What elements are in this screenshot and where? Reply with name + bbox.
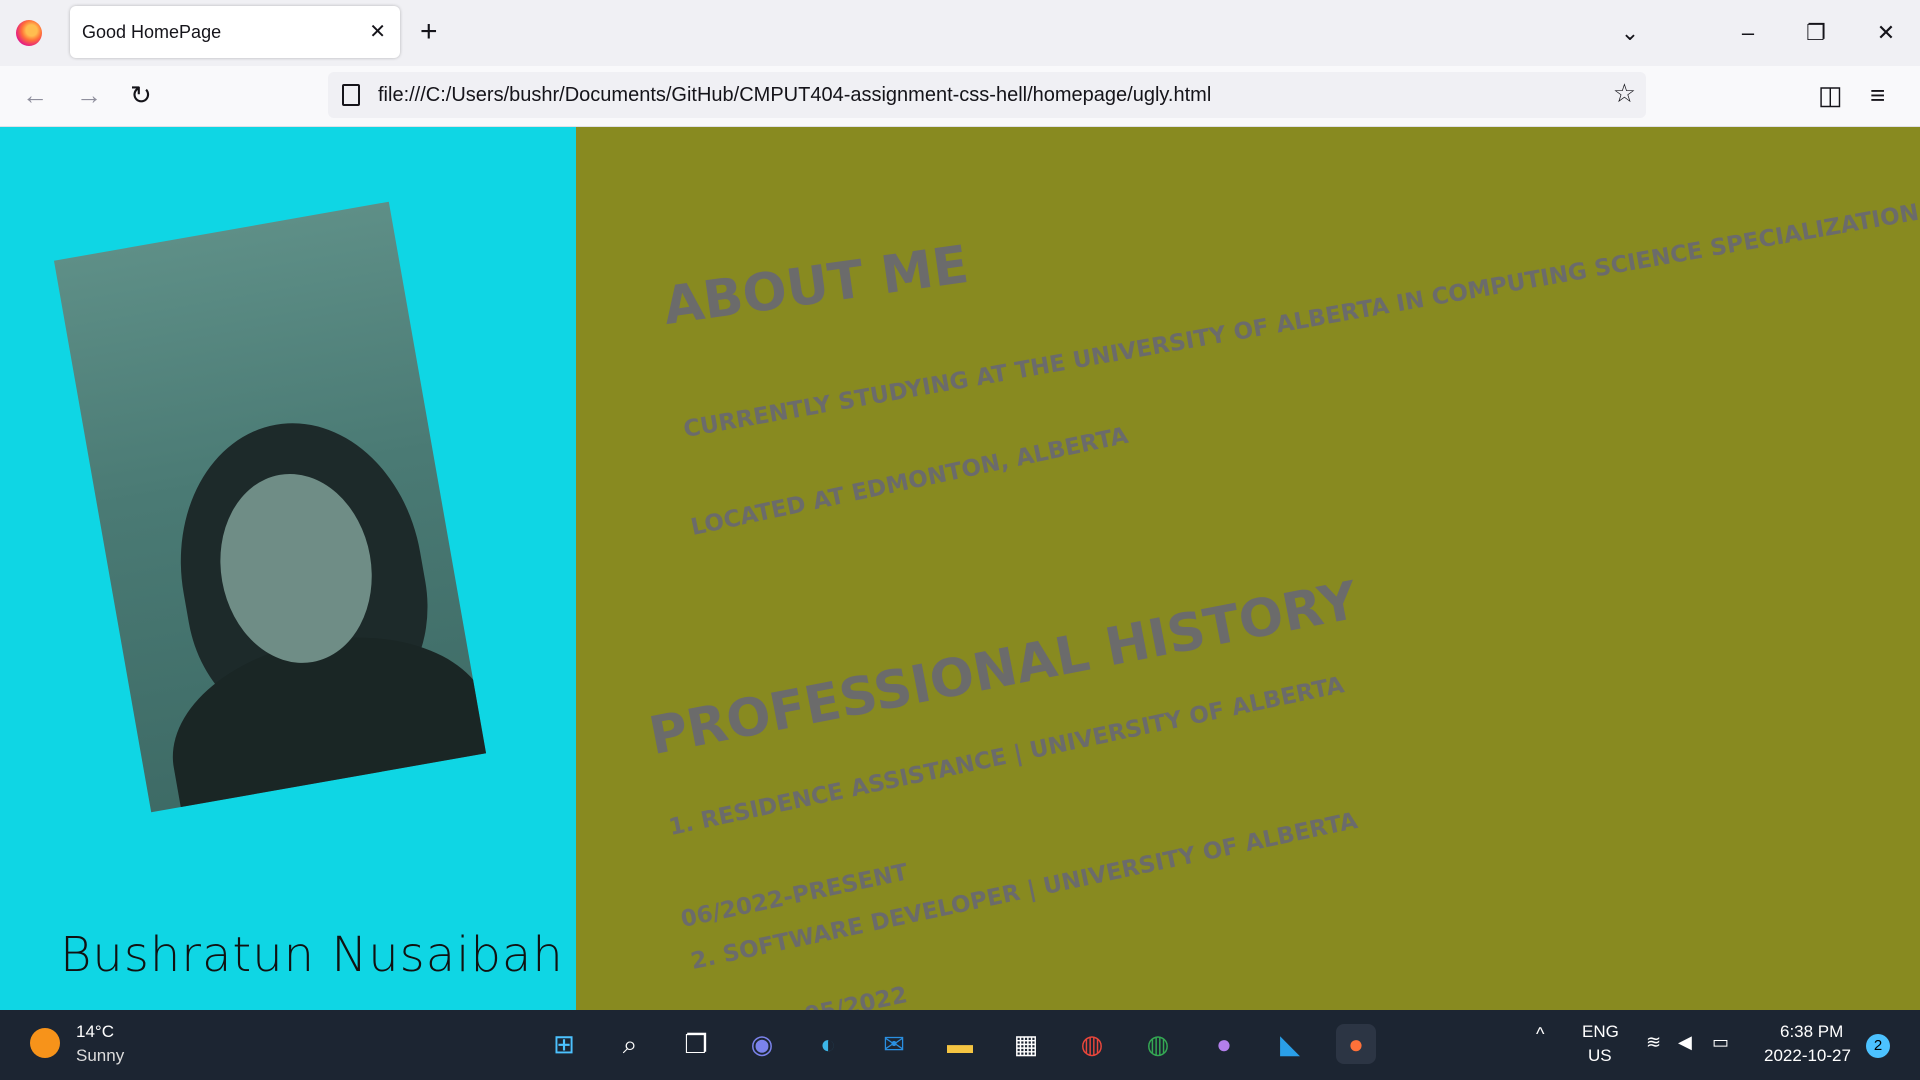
- edge-icon[interactable]: ◐: [808, 1024, 848, 1064]
- url-text[interactable]: file:///C:/Users/bushr/Documents/GitHub/…: [378, 84, 1211, 107]
- about-line-location: Located at Edmonton, Alberta: [688, 422, 1131, 541]
- new-tab-button[interactable]: +: [420, 14, 438, 50]
- restore-icon[interactable]: ❐: [1796, 16, 1836, 50]
- chrome-icon[interactable]: ◍: [1072, 1024, 1112, 1064]
- mail-icon[interactable]: ✉: [874, 1024, 914, 1064]
- back-icon[interactable]: ←: [22, 80, 48, 110]
- content-panel: About Me Currently studying at the Unive…: [576, 127, 1920, 1010]
- profile-photo: [53, 201, 487, 813]
- pocket-icon[interactable]: ◫: [1818, 80, 1843, 110]
- search-icon[interactable]: ⌕: [610, 1024, 650, 1064]
- close-window-icon[interactable]: ✕: [1866, 16, 1906, 50]
- bookmark-star-icon[interactable]: ☆: [1613, 78, 1636, 109]
- page-icon: [342, 84, 360, 106]
- taskbar: 14°C Sunny ⊞ ⌕ ❐ ◉ ◐ ✉ ▬ ▦ ◍ ◍ ● ◣ ● ^ E…: [0, 1010, 1920, 1080]
- task-view-icon[interactable]: ❐: [676, 1024, 716, 1064]
- about-heading: About Me: [659, 234, 973, 337]
- job-2-dates: 09/2021-05/2022: [691, 982, 910, 1010]
- firefox-icon[interactable]: [16, 20, 42, 46]
- language-code[interactable]: ENG: [1582, 1022, 1619, 1042]
- navigation-bar: ← → ↻ file:///C:/Users/bushr/Documents/G…: [0, 66, 1920, 127]
- start-icon[interactable]: ⊞: [544, 1024, 584, 1064]
- notification-badge[interactable]: 2: [1866, 1034, 1890, 1058]
- firefox-taskbar-icon[interactable]: ●: [1336, 1024, 1376, 1064]
- store-icon[interactable]: ▦: [1006, 1024, 1046, 1064]
- clock-time[interactable]: 6:38 PM: [1780, 1022, 1843, 1042]
- vscode-icon[interactable]: ◣: [1270, 1024, 1310, 1064]
- volume-icon[interactable]: ◀: [1678, 1032, 1692, 1053]
- clock-date[interactable]: 2022-10-27: [1764, 1046, 1851, 1066]
- chevron-up-icon[interactable]: ^: [1536, 1024, 1544, 1045]
- close-tab-icon[interactable]: ✕: [369, 19, 386, 44]
- profile-name: Bushratun Nusaibah: [60, 927, 564, 983]
- github-icon[interactable]: ●: [1204, 1024, 1244, 1064]
- tab-title: Good HomePage: [82, 22, 222, 42]
- file-explorer-icon[interactable]: ▬: [940, 1024, 980, 1064]
- tab-bar: Good HomePage ✕ + ⌄ – ❐ ✕: [0, 0, 1920, 66]
- browser-tab[interactable]: Good HomePage ✕: [70, 6, 400, 58]
- chat-icon[interactable]: ◉: [742, 1024, 782, 1064]
- battery-icon[interactable]: ▭: [1712, 1032, 1729, 1053]
- wifi-icon[interactable]: ≋: [1646, 1032, 1661, 1053]
- forward-icon[interactable]: →: [76, 80, 102, 110]
- chrome-profile-icon[interactable]: ◍: [1138, 1024, 1178, 1064]
- weather-temperature[interactable]: 14°C: [76, 1022, 114, 1042]
- history-heading: Professional History: [644, 570, 1363, 767]
- weather-condition[interactable]: Sunny: [76, 1046, 124, 1066]
- language-region[interactable]: US: [1588, 1046, 1612, 1066]
- profile-panel: Bushratun Nusaibah: [0, 127, 576, 1010]
- minimize-icon[interactable]: –: [1728, 16, 1768, 50]
- sun-icon[interactable]: [30, 1028, 60, 1058]
- chevron-down-icon[interactable]: ⌄: [1610, 16, 1650, 50]
- menu-icon[interactable]: ≡: [1870, 80, 1885, 110]
- reload-icon[interactable]: ↻: [130, 80, 152, 110]
- about-line-study: Currently studying at the University of …: [681, 198, 1920, 443]
- url-bar[interactable]: file:///C:/Users/bushr/Documents/GitHub/…: [328, 72, 1646, 118]
